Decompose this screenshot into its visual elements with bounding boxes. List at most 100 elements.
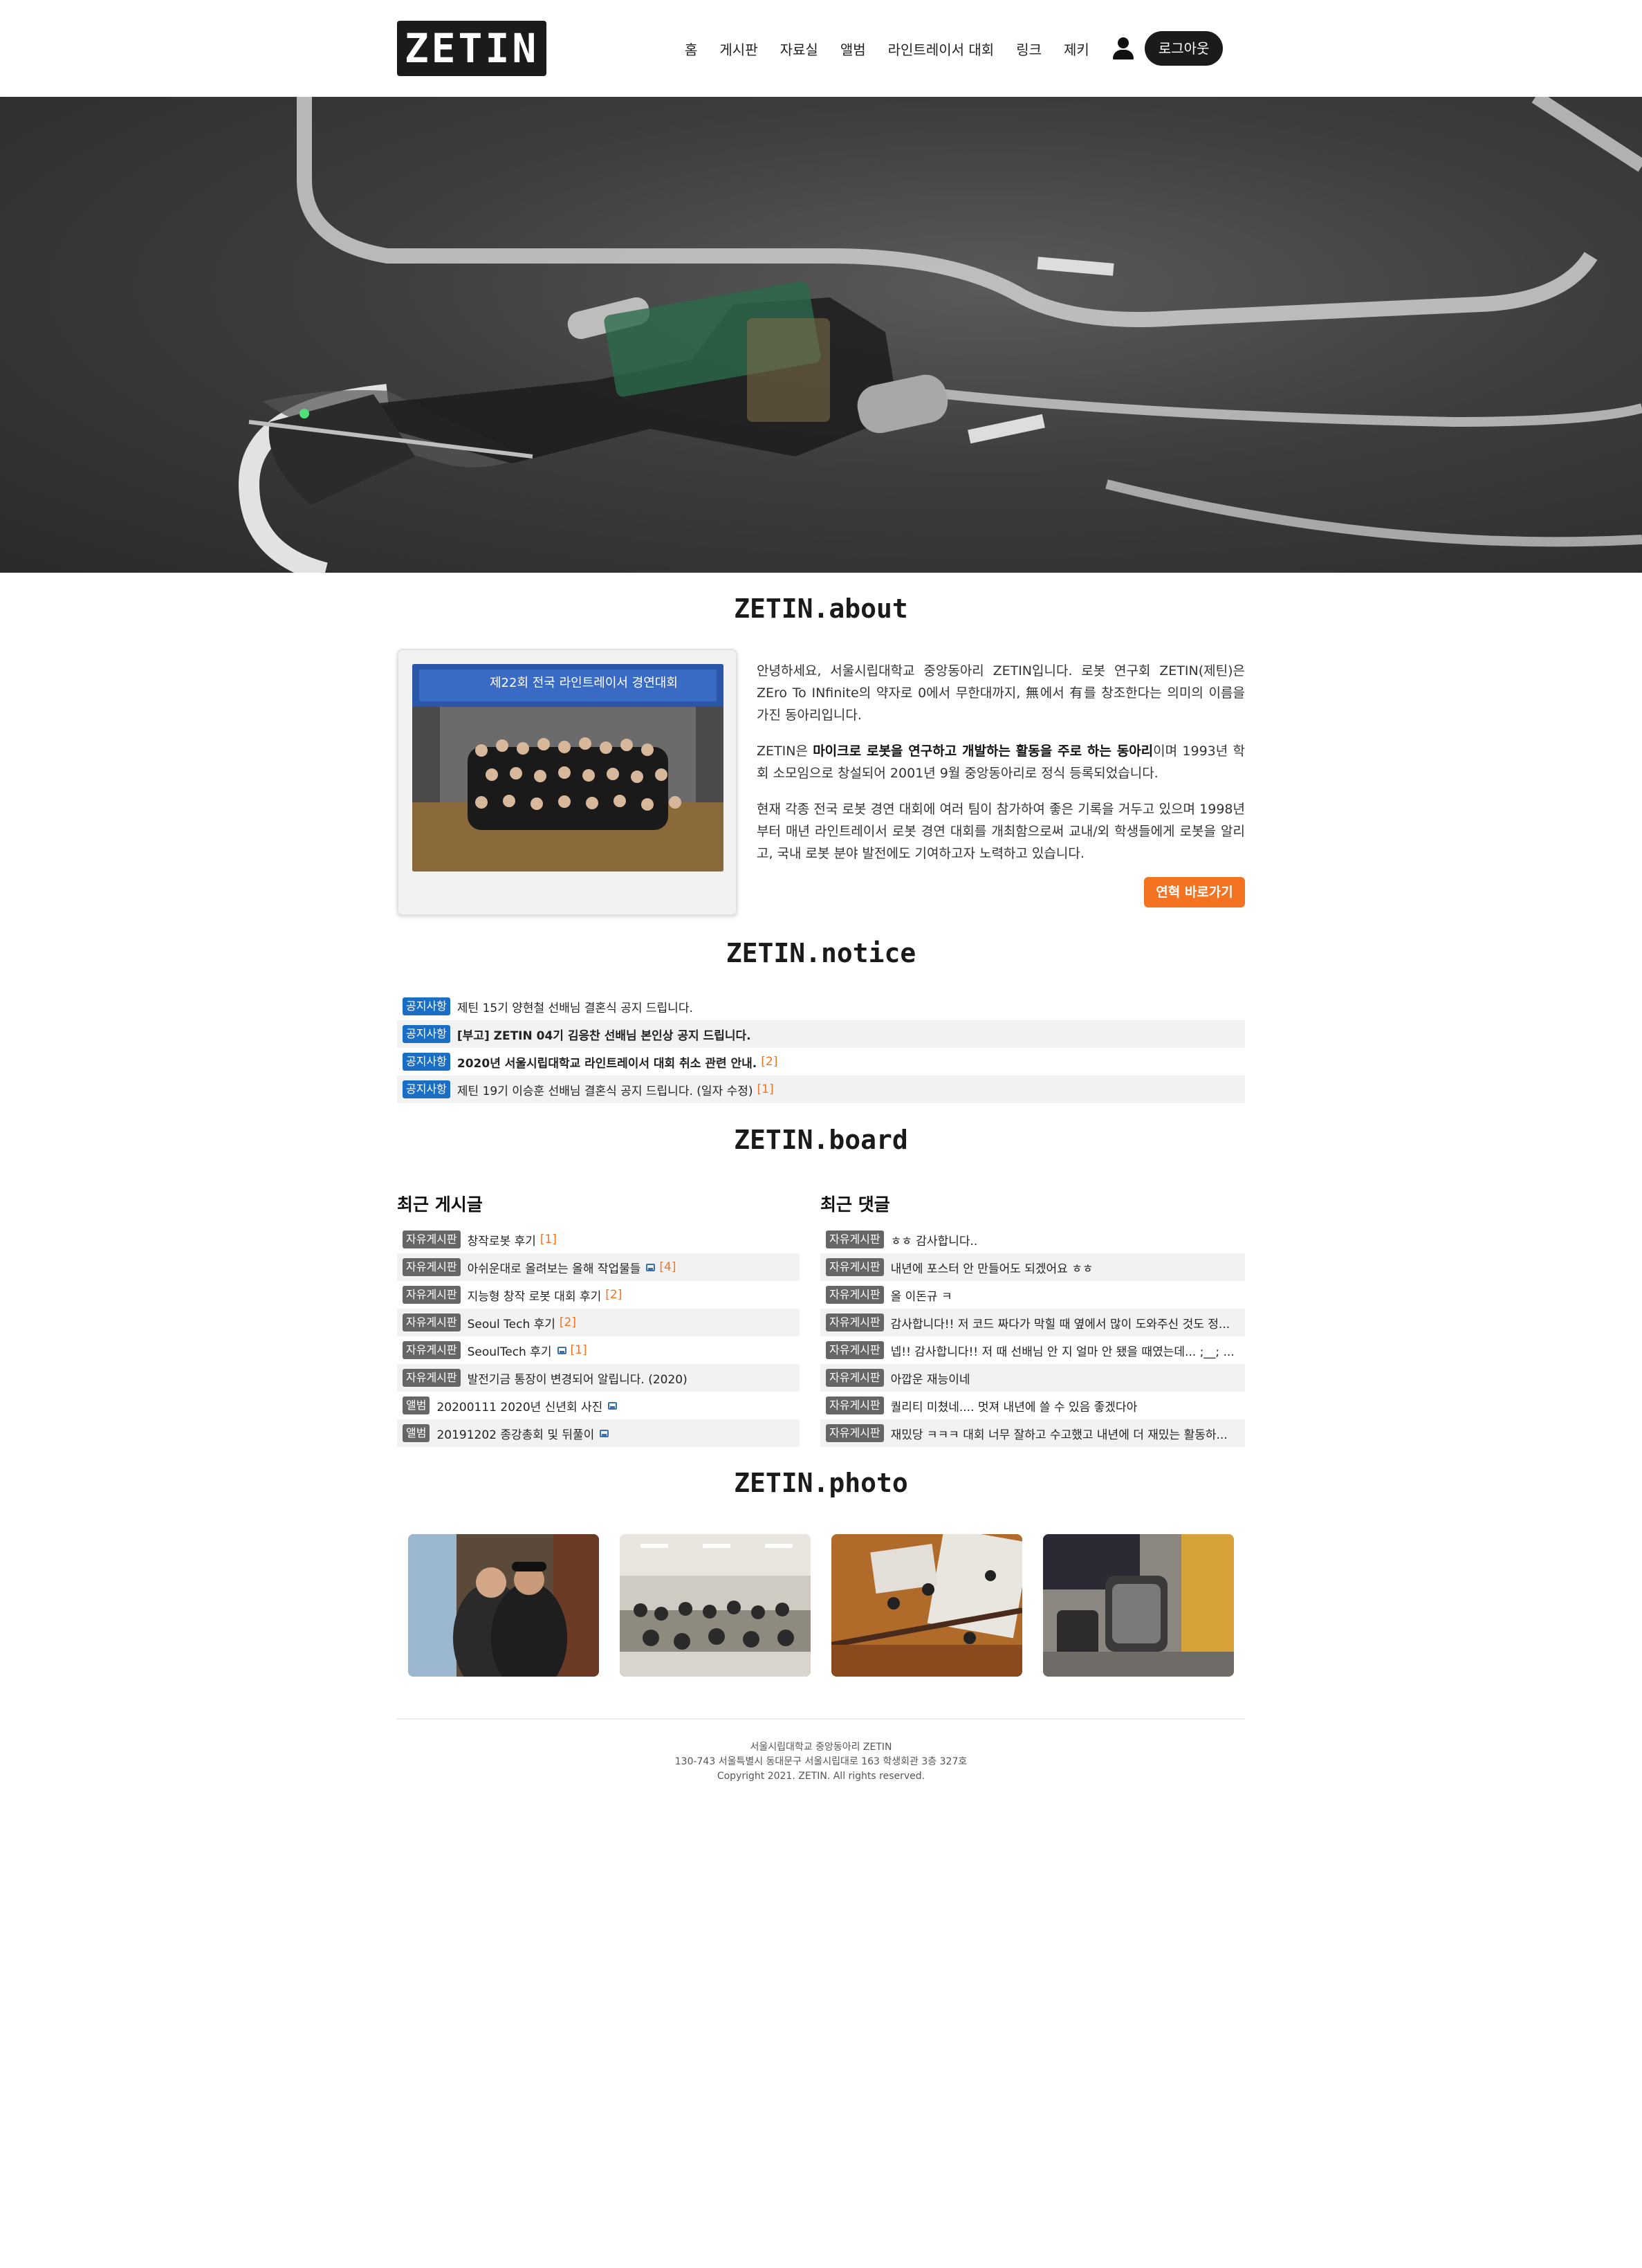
about-section-title: ZETIN.about — [734, 593, 908, 624]
album-photo-thumbnail[interactable] — [1043, 1534, 1234, 1677]
image-attached-icon — [646, 1263, 656, 1271]
site-footer: 서울시립대학교 중앙동아리 ZETIN 130-743 서울특별시 동대문구 서… — [0, 1740, 1642, 1784]
history-button[interactable]: 연혁 바로가기 — [1144, 877, 1245, 907]
post-title[interactable]: 창작로봇 후기 — [468, 1231, 536, 1248]
post-title[interactable]: 지능형 창작 로봇 대회 후기 — [468, 1287, 602, 1304]
group-photo: 제22회 전국 라인트레이서 경연대회 — [412, 664, 723, 872]
board-badge: 자유게시판 — [826, 1369, 884, 1387]
comment-text[interactable]: 올 이돈규 ㅋ — [891, 1287, 952, 1304]
notice-row[interactable]: 공지사항 제틴 15기 양현철 선배님 결혼식 공지 드립니다. — [397, 993, 1245, 1020]
comment-row[interactable]: 자유게시판 올 이돈규 ㅋ — [820, 1281, 1245, 1309]
comment-count: [2] — [761, 1055, 778, 1069]
recent-comments-title: 최근 댓글 — [820, 1195, 890, 1215]
album-photo-graphic — [831, 1534, 1022, 1677]
post-row[interactable]: 자유게시판 SeoulTech 후기 [1] — [397, 1336, 800, 1364]
about-photo-card: 제22회 전국 라인트레이서 경연대회 — [397, 649, 737, 916]
notice-section-title: ZETIN.notice — [726, 938, 916, 968]
comment-row[interactable]: 자유게시판 넵!! 감사합니다!! 저 때 선배님 안 지 얼마 안 됐을 때였… — [820, 1336, 1245, 1364]
image-attached-icon — [557, 1346, 566, 1354]
comment-text[interactable]: 아깝운 재능이네 — [891, 1370, 970, 1387]
board-badge: 자유게시판 — [826, 1313, 884, 1331]
hero-track-graphic — [238, 97, 1642, 573]
post-row[interactable]: 앨범 20191202 종강총회 및 뒤풀이 — [397, 1419, 800, 1447]
nav-home[interactable]: 홈 — [680, 39, 702, 62]
notice-row[interactable]: 공지사항 [부고] ZETIN 04기 김응찬 선배님 본인상 공지 드립니다. — [397, 1020, 1245, 1048]
robot-graphic — [248, 281, 948, 505]
album-photo-thumbnail[interactable] — [408, 1534, 599, 1677]
board-badge: 자유게시판 — [826, 1396, 884, 1414]
comment-text[interactable]: 내년에 포스터 안 만들어도 되겠어요 ㅎㅎ — [891, 1259, 1094, 1276]
user-icon-head — [1117, 37, 1129, 48]
board-badge: 앨범 — [403, 1424, 430, 1442]
comment-count: [1] — [757, 1082, 774, 1096]
notice-title[interactable]: 제틴 19기 이승훈 선배님 결혼식 공지 드립니다. (일자 수정) — [457, 1081, 753, 1098]
comment-row[interactable]: 자유게시판 재밌당 ㅋㅋㅋ 대회 너무 잘하고 수고했고 내년에 더 재밌는 활… — [820, 1419, 1245, 1447]
board-badge: 자유게시판 — [403, 1230, 461, 1248]
logout-button[interactable]: 로그아웃 — [1144, 31, 1224, 66]
post-title[interactable]: 아쉬운대로 올려보는 올해 작업물들 — [468, 1259, 641, 1276]
post-row[interactable]: 앨범 20200111 2020년 신년회 사진 — [397, 1392, 800, 1419]
post-title[interactable]: 20200111 2020년 신년회 사진 — [436, 1397, 602, 1414]
group-photo-banner-text: 제22회 전국 라인트레이서 경연대회 — [490, 676, 678, 690]
group-photo-graphic: 제22회 전국 라인트레이서 경연대회 — [412, 664, 723, 872]
about-paragraph-3: 현재 각종 전국 로봇 경연 대회에 여러 팀이 참가하여 좋은 기록을 거두고… — [757, 802, 1245, 861]
nav-board[interactable]: 게시판 — [719, 39, 757, 59]
notice-row[interactable]: 공지사항 제틴 19기 이승훈 선배님 결혼식 공지 드립니다. (일자 수정)… — [397, 1076, 1245, 1103]
nav-linetracer-contest[interactable]: 라인트레이서 대회 — [888, 39, 995, 59]
nav-album[interactable]: 앨범 — [840, 39, 866, 59]
nav-links[interactable]: 링크 — [1016, 39, 1042, 59]
footer-club-name: 서울시립대학교 중앙동아리 ZETIN — [750, 1742, 892, 1753]
post-title[interactable]: Seoul Tech 후기 — [468, 1314, 555, 1331]
image-attached-icon — [600, 1429, 609, 1437]
comment-row[interactable]: 자유게시판 내년에 포스터 안 만들어도 되겠어요 ㅎㅎ — [820, 1253, 1245, 1281]
comment-text[interactable]: 감사합니다!! 저 코드 짜다가 막힐 때 옆에서 많이 도와주신 것도 정..… — [891, 1314, 1230, 1331]
recent-posts-title: 최근 게시글 — [397, 1195, 483, 1215]
comment-row[interactable]: 자유게시판 퀄리티 미쳤네.... 멋져 내년에 쓸 수 있음 좋겠다아 — [820, 1392, 1245, 1419]
notice-title[interactable]: 제틴 15기 양현철 선배님 결혼식 공지 드립니다. — [457, 998, 693, 1015]
album-photo-thumbnail[interactable] — [831, 1534, 1022, 1677]
comment-count: [2] — [605, 1288, 622, 1302]
album-photo-graphic — [1043, 1534, 1234, 1677]
comment-text[interactable]: 퀄리티 미쳤네.... 멋져 내년에 쓸 수 있음 좋겠다아 — [891, 1397, 1138, 1414]
comment-text[interactable]: 넵!! 감사합니다!! 저 때 선배님 안 지 얼마 안 됐을 때였는데... … — [891, 1342, 1235, 1359]
notice-title[interactable]: [부고] ZETIN 04기 김응찬 선배님 본인상 공지 드립니다. — [457, 1026, 751, 1043]
nav-archive[interactable]: 자료실 — [780, 39, 818, 59]
post-row[interactable]: 자유게시판 지능형 창작 로봇 대회 후기 [2] — [397, 1281, 800, 1309]
footer-divider — [397, 1718, 1245, 1720]
comment-count: [1] — [570, 1343, 587, 1357]
nav-wiki[interactable]: 제키 — [1064, 39, 1089, 59]
footer-copyright: Copyright 2021. ZETIN. All rights reserv… — [717, 1771, 925, 1782]
recent-posts-list: 자유게시판 창작로봇 후기 [1] 자유게시판 아쉬운대로 올려보는 올해 작업… — [397, 1226, 800, 1447]
notice-badge: 공지사항 — [403, 997, 450, 1015]
post-title[interactable]: 발전기금 통장이 변경되어 알립니다. (2020) — [468, 1370, 688, 1387]
notice-row[interactable]: 공지사항 2020년 서울시립대학교 라인트레이서 대회 취소 관련 안내. [… — [397, 1048, 1245, 1076]
site-logo[interactable]: ZETIN — [397, 21, 546, 76]
post-row[interactable]: 자유게시판 Seoul Tech 후기 [2] — [397, 1309, 800, 1336]
post-row[interactable]: 자유게시판 아쉬운대로 올려보는 올해 작업물들 [4] — [397, 1253, 800, 1281]
post-title[interactable]: 20191202 종강총회 및 뒤풀이 — [436, 1425, 594, 1442]
comment-text[interactable]: 재밌당 ㅋㅋㅋ 대회 너무 잘하고 수고했고 내년에 더 재밌는 활동하... — [891, 1425, 1228, 1442]
post-title[interactable]: SeoulTech 후기 — [468, 1342, 552, 1359]
album-photo-thumbnail[interactable] — [620, 1534, 811, 1677]
recent-comments-list: 자유게시판 ㅎㅎ 감사합니다.. 자유게시판 내년에 포스터 안 만들어도 되겠… — [820, 1226, 1245, 1447]
notice-title[interactable]: 2020년 서울시립대학교 라인트레이서 대회 취소 관련 안내. — [457, 1053, 757, 1071]
post-row[interactable]: 자유게시판 창작로봇 후기 [1] — [397, 1226, 800, 1253]
comment-text[interactable]: ㅎㅎ 감사합니다.. — [891, 1231, 978, 1248]
comment-row[interactable]: 자유게시판 아깝운 재능이네 — [820, 1364, 1245, 1392]
album-photo-graphic — [620, 1534, 811, 1677]
comment-count: [1] — [539, 1233, 557, 1246]
board-badge: 자유게시판 — [826, 1424, 884, 1442]
board-badge: 앨범 — [403, 1396, 430, 1414]
notice-badge: 공지사항 — [403, 1025, 450, 1043]
about-description: 안녕하세요, 서울시립대학교 중앙동아리 ZETIN입니다. 로봇 연구회 ZE… — [757, 660, 1245, 878]
site-header: ZETIN 홈 게시판 자료실 앨범 라인트레이서 대회 링크 제키 로그아웃 — [0, 0, 1642, 97]
user-icon-body — [1112, 50, 1134, 59]
user-icon[interactable] — [1111, 37, 1135, 60]
comment-row[interactable]: 자유게시판 감사합니다!! 저 코드 짜다가 막힐 때 옆에서 많이 도와주신 … — [820, 1309, 1245, 1336]
post-row[interactable]: 자유게시판 발전기금 통장이 변경되어 알립니다. (2020) — [397, 1364, 800, 1392]
board-badge: 자유게시판 — [826, 1286, 884, 1304]
board-badge: 자유게시판 — [826, 1341, 884, 1359]
comment-row[interactable]: 자유게시판 ㅎㅎ 감사합니다.. — [820, 1226, 1245, 1253]
board-badge: 자유게시판 — [403, 1313, 461, 1331]
notice-badge: 공지사항 — [403, 1080, 450, 1098]
